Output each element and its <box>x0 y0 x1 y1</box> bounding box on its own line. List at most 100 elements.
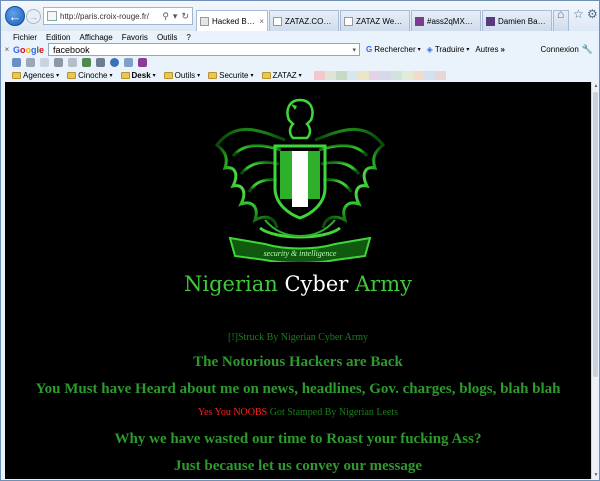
favorite-folder[interactable]: Desk ▾ <box>120 70 156 80</box>
vertical-scrollbar[interactable]: ▲ ▼ <box>591 82 599 479</box>
favorite-color-block[interactable] <box>390 70 402 80</box>
tab-zataz-journal[interactable]: ZATAZ.COM Journal... <box>269 10 339 31</box>
dropdown-icon[interactable]: ▾ <box>173 11 178 22</box>
heard-about-line: You Must have Heard about me on news, he… <box>35 381 561 397</box>
favorite-color-block[interactable] <box>357 70 369 80</box>
page-icon <box>200 16 209 26</box>
google-logo: Google <box>13 44 45 55</box>
page-icon <box>273 16 282 26</box>
folder-icon <box>67 71 77 79</box>
tab-title: ZATAZ.COM Journal... <box>285 16 335 26</box>
mail-icon[interactable] <box>40 57 49 67</box>
favorite-color-block[interactable] <box>346 70 358 80</box>
back-button[interactable]: ← <box>5 6 25 26</box>
menu-fichier[interactable]: Fichier <box>13 33 37 42</box>
google-toolbar: × Google facebook ▾ G Rechercher ▾ ◈ Tra… <box>1 43 599 56</box>
page-content: security & intelligence Nigerian Cyber A… <box>5 82 591 479</box>
research-icon[interactable] <box>124 57 133 67</box>
autres-label: Autres <box>475 45 499 54</box>
chevron-down-icon[interactable]: ▾ <box>353 46 360 54</box>
page-icon <box>486 16 495 26</box>
favorite-folder[interactable]: Securite ▾ <box>208 70 254 80</box>
chevron-down-icon: ▾ <box>56 72 60 79</box>
address-icons: ⚲ ▾ ↻ <box>162 11 192 22</box>
favorite-folder[interactable]: ZATAZ ▾ <box>261 70 302 80</box>
close-toolbar-icon[interactable]: × <box>1 45 13 54</box>
favorite-color-block[interactable] <box>434 70 446 80</box>
favorite-color-block[interactable] <box>335 70 347 80</box>
favorites-star-icon[interactable]: ☆ <box>573 7 584 21</box>
favorite-color-block[interactable] <box>401 70 413 80</box>
favorite-folder[interactable]: Agences ▾ <box>12 71 59 80</box>
chevron-down-icon: ▾ <box>417 47 421 53</box>
brand-part-3: Army <box>355 272 412 296</box>
page-menu-icon[interactable] <box>68 57 77 67</box>
close-tab-icon[interactable]: × <box>259 17 264 26</box>
chevron-down-icon: ▾ <box>197 72 201 79</box>
menu-bar: Fichier Edition Affichage Favoris Outils… <box>1 31 599 43</box>
favorite-label: Desk <box>131 70 151 80</box>
scroll-thumb[interactable] <box>593 92 598 377</box>
address-url[interactable]: http://paris.croix-rouge.fr/ <box>60 12 159 21</box>
google-search-input[interactable]: facebook ▾ <box>48 43 361 56</box>
menu-outils[interactable]: Outils <box>157 33 177 42</box>
tab-zataz-webtv[interactable]: ZATAZ Web TV – La ... <box>340 10 410 31</box>
translate-icon: ◈ <box>426 45 433 54</box>
brand-title: Nigerian Cyber Army <box>5 272 591 296</box>
rechercher-button[interactable]: G Rechercher ▾ <box>366 45 421 54</box>
wrench-icon[interactable]: 🔧 <box>582 44 593 55</box>
folder-icon <box>208 71 218 79</box>
favorite-label: Agences <box>23 70 55 80</box>
traduire-button[interactable]: ◈ Traduire ▾ <box>427 45 470 54</box>
favorite-color-block[interactable] <box>412 70 424 80</box>
noobs-text: Yes You NOOBS <box>197 407 268 418</box>
folder-icon <box>12 71 21 79</box>
folder-icon <box>163 71 173 79</box>
navigation-bar: ← → http://paris.croix-rouge.fr/ ⚲ ▾ ↻ H… <box>1 1 599 31</box>
eagle-emblem: security & intelligence <box>214 98 386 262</box>
favorite-folder[interactable]: Cinoche ▾ <box>67 71 113 80</box>
tools-icon[interactable] <box>96 57 105 67</box>
favorite-label: Securite <box>219 70 249 80</box>
chevron-down-icon: ▾ <box>298 72 302 79</box>
folder-icon <box>120 71 130 79</box>
chevron-down-icon: ▾ <box>109 72 113 79</box>
scroll-down-icon[interactable]: ▼ <box>592 472 600 478</box>
favorite-color-block[interactable] <box>379 70 391 80</box>
favorites-bar: Agences ▾ Cinoche ▾ Desk ▾ Outils ▾ Securite… <box>1 68 599 82</box>
tab-hash[interactable]: #ass2qMX9Mppw <box>411 10 481 31</box>
add-favorites-icon[interactable] <box>12 57 21 67</box>
menu-edition[interactable]: Edition <box>46 33 70 42</box>
tab-hacked[interactable]: Hacked By Dr41DeY × <box>196 10 268 31</box>
menu-affichage[interactable]: Affichage <box>79 33 112 42</box>
refresh-icon[interactable]: ↻ <box>181 11 189 22</box>
search-icon[interactable]: ⚲ <box>162 11 169 22</box>
favorite-label: ZATAZ <box>272 70 297 80</box>
onenote-icon[interactable] <box>138 57 147 67</box>
tab-damien[interactable]: Damien Bancal – HQ ... <box>482 10 552 31</box>
favorite-folder[interactable]: Outils ▾ <box>163 70 201 80</box>
favorite-color-block[interactable] <box>324 70 336 80</box>
hackers-back-line: The Notorious Hackers are Back <box>193 354 403 370</box>
favorite-color-block[interactable] <box>368 70 380 80</box>
autres-button[interactable]: Autres » <box>475 45 505 54</box>
address-bar[interactable]: http://paris.croix-rouge.fr/ ⚲ ▾ ↻ <box>43 7 193 25</box>
favorite-color-block[interactable] <box>423 70 435 80</box>
help-icon[interactable] <box>110 57 119 67</box>
connexion-link[interactable]: Connexion <box>541 45 579 54</box>
favorite-color-block[interactable] <box>313 70 325 80</box>
home-icon[interactable]: ⌂ <box>557 7 564 21</box>
tab-title: #ass2qMX9Mppw <box>427 16 477 26</box>
print-icon[interactable] <box>54 57 63 67</box>
folder-icon <box>261 71 271 79</box>
double-chevron-icon: » <box>500 45 505 54</box>
safety-icon[interactable] <box>82 57 91 67</box>
rechercher-label: Rechercher <box>374 45 416 54</box>
menu-favoris[interactable]: Favoris <box>122 33 148 42</box>
scroll-up-icon[interactable]: ▲ <box>592 83 600 89</box>
favorite-label: Outils <box>174 70 196 80</box>
settings-gear-icon[interactable]: ⚙ <box>587 7 598 21</box>
feeds-icon[interactable] <box>26 57 35 67</box>
forward-button[interactable]: → <box>26 9 41 24</box>
menu-help[interactable]: ? <box>186 33 190 42</box>
